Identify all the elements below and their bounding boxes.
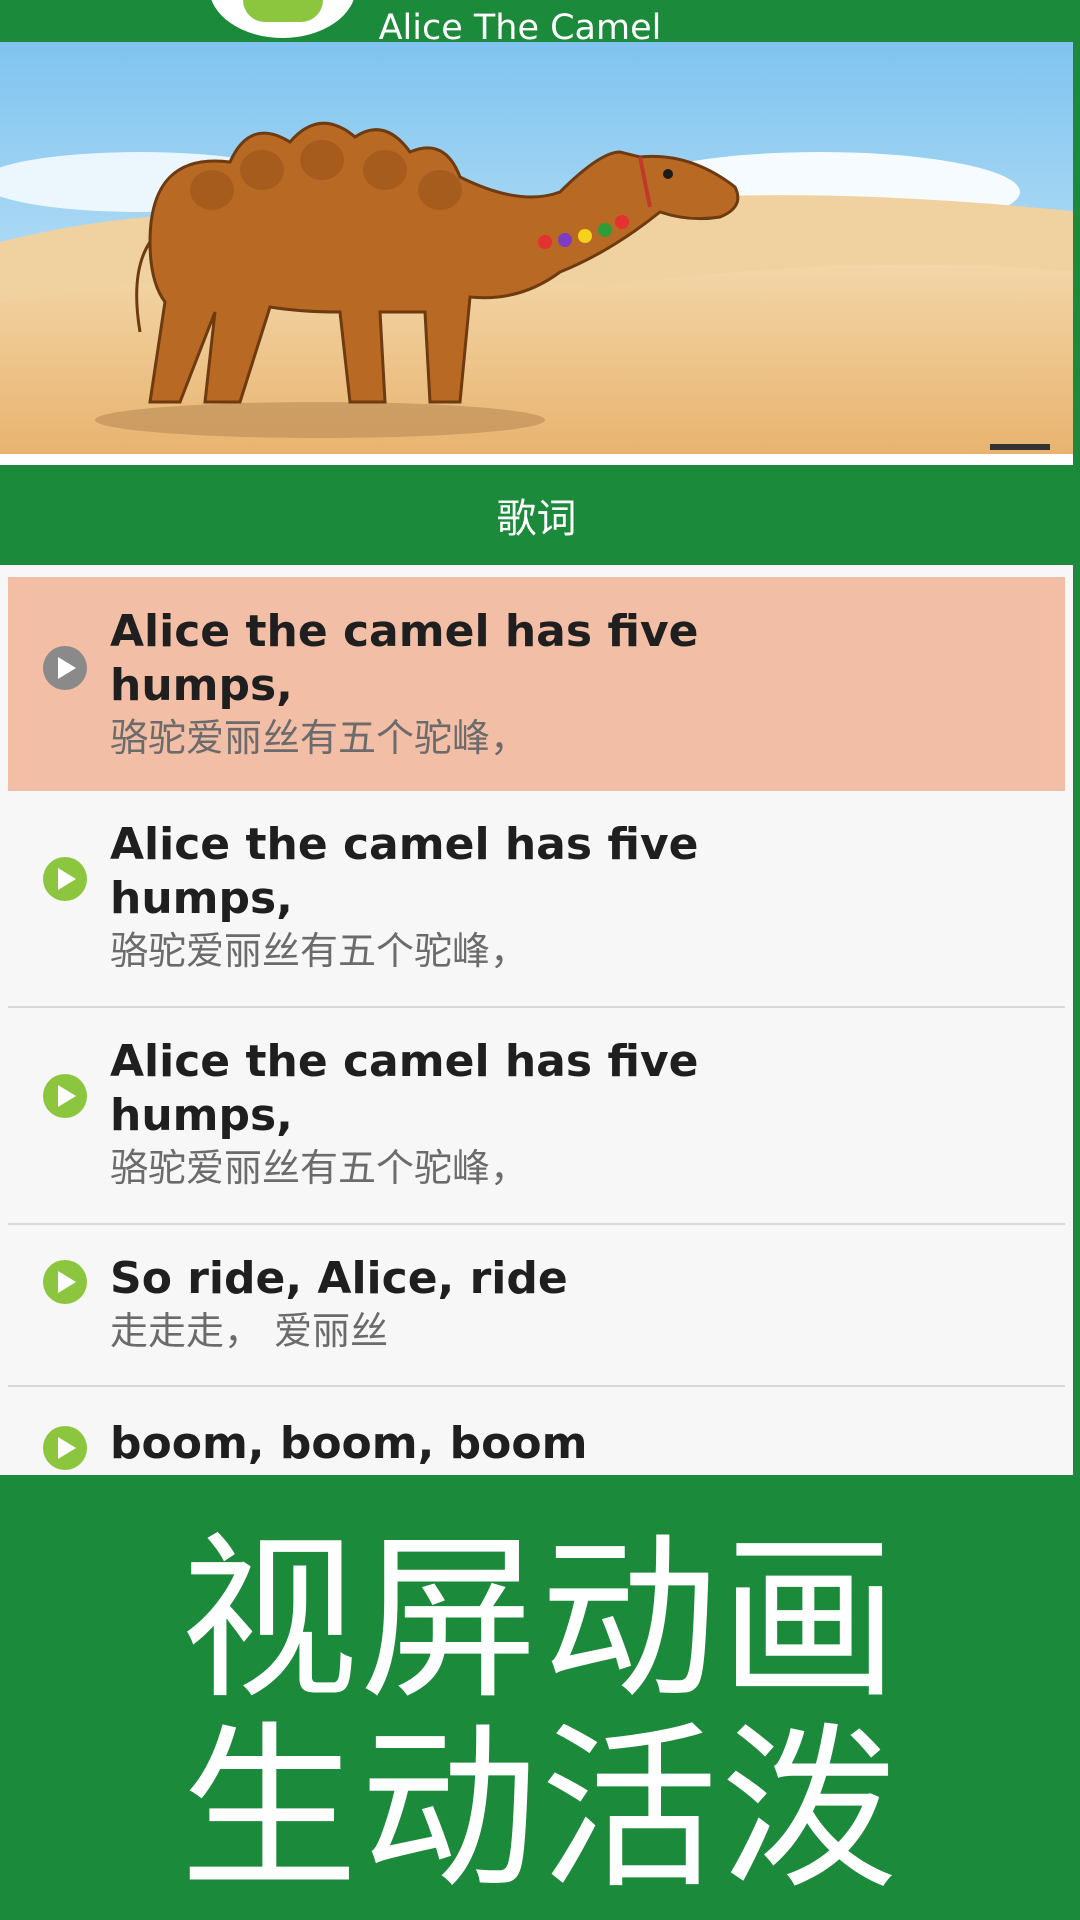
divider [0,454,1080,465]
lyric-row-active[interactable]: Alice the camel has five humps, 骆驼爱丽丝有五个… [8,577,1065,791]
play-icon[interactable] [40,854,90,904]
promo-line-2: 生动活泼 [180,1706,900,1913]
video-player[interactable] [0,42,1080,454]
lyric-row[interactable]: boom, boom, boom [8,1387,1065,1475]
lyric-row[interactable]: So ride, Alice, ride 走走走， 爱丽丝 [8,1225,1065,1387]
right-edge [1073,42,1080,1475]
lyric-english: Alice the camel has five humps, [110,819,699,924]
lyric-chinese: 骆驼爱丽丝有五个驼峰， [110,929,529,973]
lyric-chinese: 骆驼爱丽丝有五个驼峰， [110,1146,529,1190]
lyric-row[interactable]: Alice the camel has five humps, 骆驼爱丽丝有五个… [8,791,1065,1008]
top-bar: Alice The Camel [0,0,1080,42]
lyric-chinese: 走走走， 爱丽丝 [110,1309,389,1353]
lyric-chinese: 骆驼爱丽丝有五个驼峰， [110,716,529,760]
lyric-english: Alice the camel has five humps, [110,1036,699,1141]
lyric-english: boom, boom, boom [110,1418,588,1469]
play-icon[interactable] [40,1257,90,1307]
song-title: Alice The Camel [378,8,662,42]
promo-banner: 视屏动画 生动活泼 [0,1475,1080,1920]
camel-video-frame [0,42,1080,454]
promo-line-1: 视屏动画 [180,1516,900,1723]
lyric-row[interactable]: Alice the camel has five humps, 骆驼爱丽丝有五个… [8,1008,1065,1225]
lyrics-header: 歌词 [0,465,1073,565]
lyric-english: Alice the camel has five humps, [110,606,699,711]
play-icon[interactable] [40,1423,90,1473]
lyric-english: So ride, Alice, ride [110,1253,568,1304]
play-icon[interactable] [40,643,90,693]
lyrics-list[interactable]: Alice the camel has five humps, 骆驼爱丽丝有五个… [0,565,1073,1475]
play-icon[interactable] [40,1071,90,1121]
